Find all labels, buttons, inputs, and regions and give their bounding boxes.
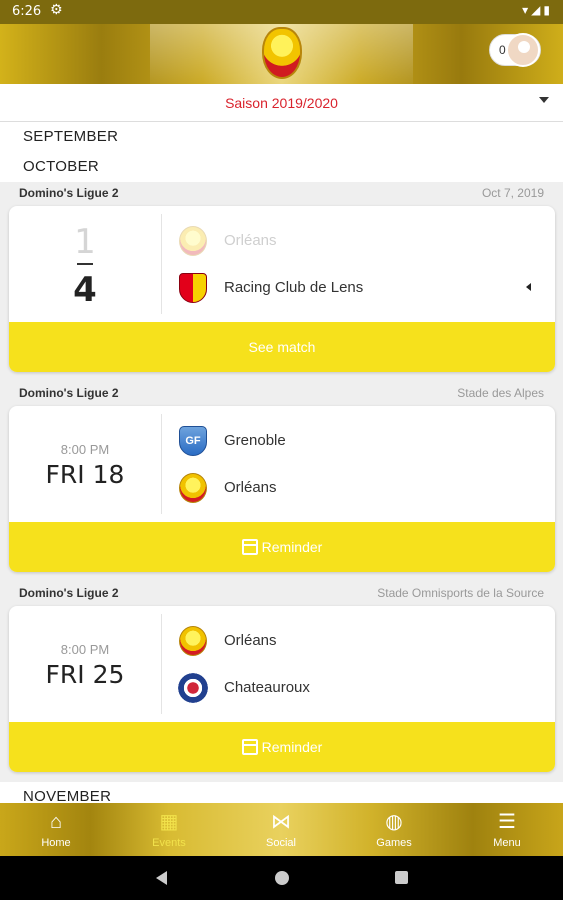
orleans-logo-icon bbox=[179, 473, 207, 503]
nav-label: Menu bbox=[493, 837, 521, 849]
share-network-icon: ⋈ bbox=[271, 811, 291, 833]
orleans-logo-icon bbox=[179, 626, 207, 656]
nav-events[interactable]: ▦ Events bbox=[113, 803, 225, 856]
kickoff-panel: 8:00 PM FRI 25 bbox=[9, 606, 161, 722]
reminder-button[interactable]: Reminder bbox=[9, 722, 555, 772]
match-header: Domino's Ligue 2 Oct 7, 2019 bbox=[0, 182, 563, 204]
system-status-icons: ▾◢▮ bbox=[522, 3, 553, 17]
nav-social[interactable]: ⋈ Social bbox=[225, 803, 337, 856]
away-team: Chateauroux bbox=[177, 672, 539, 704]
match-header: Domino's Ligue 2 Stade Omnisports de la … bbox=[0, 582, 563, 604]
chevron-down-icon bbox=[539, 97, 549, 103]
stadium-name: Stade Omnisports de la Source bbox=[377, 586, 544, 600]
season-label: Saison 2019/2020 bbox=[225, 95, 338, 111]
card-divider bbox=[161, 614, 162, 714]
score-separator bbox=[77, 263, 93, 265]
club-crest-logo[interactable] bbox=[262, 27, 302, 79]
calendar-icon: ▦ bbox=[159, 811, 179, 833]
team-name: Chateauroux bbox=[224, 679, 310, 696]
gamepad-icon: ◍ bbox=[385, 811, 403, 833]
avatar-icon bbox=[506, 33, 540, 67]
season-selector[interactable]: Saison 2019/2020 bbox=[0, 84, 563, 122]
match-card[interactable]: 1 4 Orléans Racing Club de Lens See matc… bbox=[9, 206, 555, 372]
kickoff-panel: 8:00 PM FRI 18 bbox=[9, 406, 161, 522]
team-name: Orléans bbox=[224, 232, 277, 249]
league-name: Domino's Ligue 2 bbox=[19, 186, 119, 200]
see-match-button[interactable]: See match bbox=[9, 322, 555, 372]
month-october[interactable]: OCTOBER bbox=[0, 152, 563, 182]
lens-logo-icon bbox=[179, 273, 207, 303]
match-card[interactable]: 8:00 PM FRI 18 GF Grenoble Orléans Remin… bbox=[9, 406, 555, 572]
kickoff-time: 8:00 PM bbox=[60, 442, 110, 457]
profile-button[interactable]: 0 bbox=[489, 33, 541, 67]
reminder-button[interactable]: Reminder bbox=[9, 522, 555, 572]
home-icon: ⌂ bbox=[49, 811, 63, 833]
stadium-name: Stade des Alpes bbox=[457, 386, 544, 400]
chateauroux-logo-icon bbox=[177, 672, 209, 704]
kickoff-day: FRI 18 bbox=[45, 460, 125, 489]
reminder-label: Reminder bbox=[261, 739, 323, 755]
team-name: Grenoble bbox=[224, 432, 286, 449]
away-score: 4 bbox=[73, 270, 97, 310]
score-panel: 1 4 bbox=[9, 206, 161, 322]
team-name: Orléans bbox=[224, 479, 277, 496]
card-divider bbox=[161, 214, 162, 314]
match-card[interactable]: 8:00 PM FRI 25 Orléans Chateauroux Remin… bbox=[9, 606, 555, 772]
month-november[interactable]: NOVEMBER bbox=[0, 782, 563, 803]
status-bar: 6:26 ⚙ ▾◢▮ bbox=[0, 0, 563, 24]
nav-label: Social bbox=[266, 837, 296, 849]
winner-indicator-icon bbox=[526, 283, 531, 291]
match-header: Domino's Ligue 2 Stade des Alpes bbox=[0, 382, 563, 404]
league-name: Domino's Ligue 2 bbox=[19, 586, 119, 600]
see-match-label: See match bbox=[248, 339, 316, 355]
nav-label: Home bbox=[41, 837, 71, 849]
nav-games[interactable]: ◍ Games bbox=[338, 803, 450, 856]
recent-apps-icon[interactable] bbox=[395, 871, 408, 884]
kickoff-day: FRI 25 bbox=[45, 660, 125, 689]
grenoble-logo-icon: GF bbox=[179, 426, 207, 456]
orleans-logo-icon bbox=[179, 226, 207, 256]
app-header: 0 bbox=[0, 24, 563, 84]
calendar-add-icon bbox=[241, 739, 258, 755]
away-team: Orléans bbox=[179, 472, 539, 504]
card-divider bbox=[161, 414, 162, 514]
calendar-add-icon bbox=[241, 539, 258, 555]
away-team: Racing Club de Lens bbox=[179, 272, 539, 304]
home-team: Orléans bbox=[179, 225, 539, 257]
hamburger-menu-icon: ☰ bbox=[498, 811, 516, 833]
reminder-label: Reminder bbox=[261, 539, 323, 555]
system-navigation-bar bbox=[0, 856, 563, 900]
nav-label: Games bbox=[376, 837, 412, 849]
month-september[interactable]: SEPTEMBER bbox=[0, 122, 563, 152]
settings-icon: ⚙ bbox=[50, 2, 63, 18]
home-circle-icon[interactable] bbox=[275, 871, 289, 885]
league-name: Domino's Ligue 2 bbox=[19, 386, 119, 400]
bottom-navigation: ⌂ Home ▦ Events ⋈ Social ◍ Games ☰ Menu bbox=[0, 803, 563, 856]
status-time: 6:26 bbox=[12, 4, 42, 19]
match-date: Oct 7, 2019 bbox=[481, 186, 544, 200]
kickoff-time: 8:00 PM bbox=[60, 642, 110, 657]
back-icon[interactable] bbox=[156, 871, 167, 885]
points-count: 0 bbox=[499, 43, 506, 57]
team-name: Racing Club de Lens bbox=[224, 279, 364, 296]
nav-label: Events bbox=[152, 837, 186, 849]
team-name: Orléans bbox=[224, 632, 277, 649]
home-team: GF Grenoble bbox=[179, 425, 539, 457]
home-score: 1 bbox=[74, 222, 96, 262]
home-team: Orléans bbox=[179, 625, 539, 657]
nav-menu[interactable]: ☰ Menu bbox=[451, 803, 563, 856]
nav-home[interactable]: ⌂ Home bbox=[0, 803, 112, 856]
